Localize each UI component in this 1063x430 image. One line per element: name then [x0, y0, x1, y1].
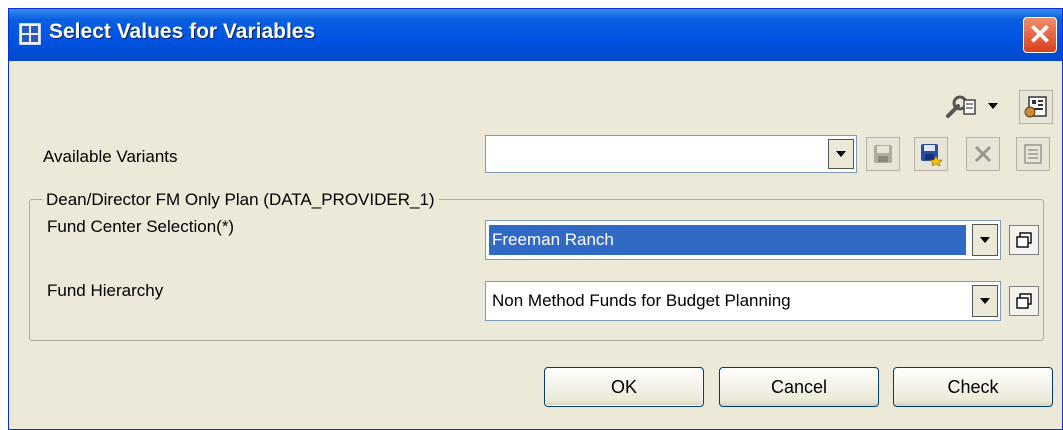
- fund-center-multiple-button[interactable]: [1009, 225, 1039, 255]
- fund-hierarchy-label: Fund Hierarchy: [47, 281, 164, 300]
- fund-hierarchy-multiple-button[interactable]: [1009, 286, 1039, 316]
- cancel-button[interactable]: Cancel: [719, 367, 879, 407]
- caret-down-icon[interactable]: [988, 103, 998, 111]
- fund-center-value: Freeman Ranch: [489, 225, 966, 255]
- window-title: Select Values for Variables: [49, 20, 316, 43]
- fund-hierarchy-value: Non Method Funds for Budget Planning: [492, 291, 791, 310]
- details-icon: [1024, 144, 1042, 164]
- available-variants-label: Available Variants: [43, 147, 178, 166]
- save-as-variant-button[interactable]: [914, 137, 948, 171]
- delete-variant-button[interactable]: [966, 137, 1000, 171]
- fund-center-select[interactable]: Freeman Ranch: [485, 220, 1001, 260]
- delete-icon: [974, 145, 992, 163]
- groupbox-title: Dean/Director FM Only Plan (DATA_PROVIDE…: [42, 190, 439, 210]
- chevron-down-icon[interactable]: [972, 224, 998, 256]
- table-grid-icon: [19, 23, 41, 45]
- chevron-down-icon[interactable]: [828, 139, 854, 169]
- save-icon: [874, 145, 892, 163]
- close-button[interactable]: ✕: [1023, 17, 1057, 53]
- personalize-icon: [1024, 96, 1047, 118]
- ok-button[interactable]: OK: [544, 367, 704, 407]
- available-variants-value: [489, 140, 822, 168]
- check-button[interactable]: Check: [893, 367, 1053, 407]
- available-variants-select[interactable]: [485, 135, 857, 173]
- copy-icon: [1016, 232, 1032, 248]
- copy-icon: [1016, 293, 1032, 309]
- close-icon: ✕: [1028, 19, 1052, 50]
- chevron-down-icon[interactable]: [972, 285, 998, 317]
- save-as-icon: [921, 144, 943, 166]
- title-bar[interactable]: Select Values for Variables ✕: [9, 9, 1062, 61]
- wrench-settings-icon[interactable]: [944, 92, 978, 122]
- fund-center-label: Fund Center Selection(*): [47, 217, 235, 236]
- variant-details-button[interactable]: [1016, 137, 1050, 171]
- dialog-window: Select Values for Variables ✕ Available …: [8, 8, 1063, 430]
- personalize-button[interactable]: [1019, 90, 1053, 124]
- fund-hierarchy-select[interactable]: Non Method Funds for Budget Planning: [485, 281, 1001, 321]
- save-variant-button[interactable]: [866, 137, 900, 171]
